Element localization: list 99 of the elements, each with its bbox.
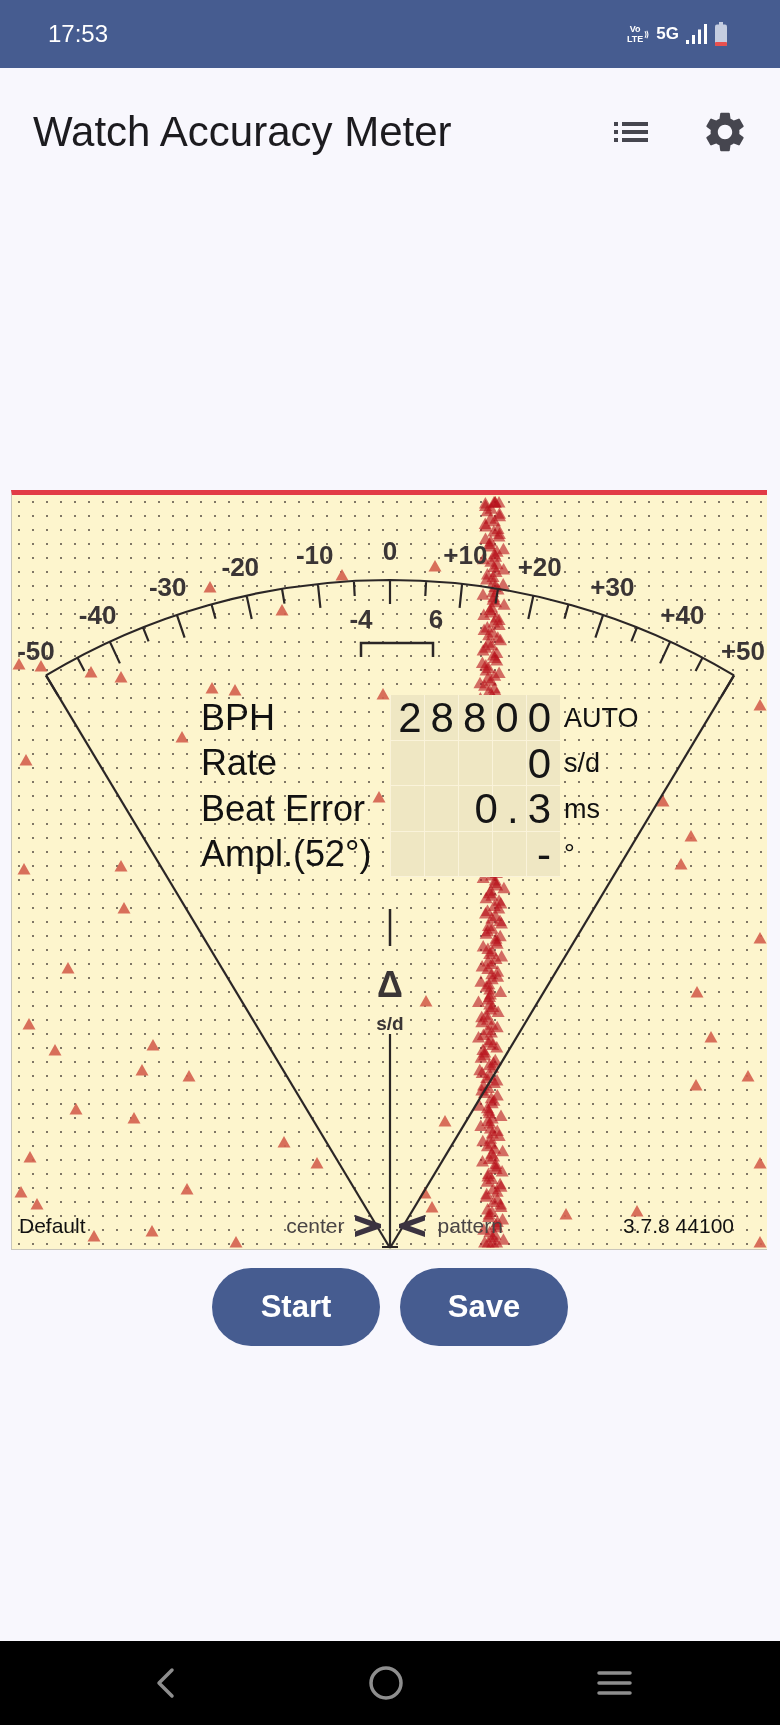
- triangle-marker: [753, 699, 767, 711]
- triangle-marker: [425, 1201, 439, 1213]
- triangle-marker: [135, 1064, 149, 1076]
- reading-label: Rate: [201, 743, 278, 784]
- reading-unit: s/d: [564, 748, 601, 779]
- triangle-marker: [418, 1187, 432, 1199]
- triangle-marker: [428, 560, 442, 572]
- scale-label: +20: [517, 552, 562, 583]
- triangle-marker: [275, 604, 289, 616]
- chevron-right-icon: [354, 1215, 381, 1237]
- triangle-marker: [228, 684, 242, 696]
- range-label: 6: [428, 604, 444, 634]
- triangle-marker: [48, 1044, 62, 1056]
- triangle-marker: [23, 1151, 37, 1163]
- reading-value: 0.3: [390, 786, 560, 832]
- triangle-marker: [372, 791, 386, 803]
- triangle-marker: [419, 995, 433, 1007]
- triangle-marker: [19, 754, 33, 766]
- triangle-marker: [180, 1183, 194, 1195]
- triangle-marker: [656, 795, 670, 807]
- triangle-marker: [559, 1208, 573, 1220]
- triangle-marker: [205, 682, 219, 694]
- back-icon[interactable]: [155, 1667, 175, 1699]
- reading-value: 0: [390, 740, 560, 786]
- triangle-marker: [12, 658, 26, 670]
- volte-text: Vo: [629, 24, 641, 34]
- triangle-marker: [376, 688, 390, 700]
- reading-label: BPH: [201, 697, 276, 738]
- triangle-marker: [34, 660, 48, 672]
- home-icon[interactable]: [369, 1666, 403, 1700]
- version-label: 3.7.8 44100: [623, 1214, 734, 1238]
- reading-value: 28800: [390, 695, 560, 741]
- triangle-marker: [145, 1225, 159, 1237]
- triangle-marker: [753, 932, 767, 944]
- signal-icon: [686, 24, 708, 44]
- scale-label: +50: [720, 635, 766, 666]
- triangle-marker: [690, 986, 704, 998]
- hint-label: center: [286, 1214, 345, 1238]
- waves-icon: [644, 29, 650, 39]
- triangle-marker: [182, 1070, 196, 1082]
- triangle-marker: [175, 731, 189, 743]
- reading-unit: AUTO: [564, 702, 639, 733]
- triangle-marker: [14, 1186, 28, 1198]
- reading-unit: °: [564, 839, 575, 870]
- triangle-marker: [277, 1136, 291, 1148]
- triangle-marker: [229, 1236, 243, 1248]
- scale-label: +10: [443, 540, 488, 571]
- save-button[interactable]: Save: [400, 1268, 568, 1346]
- delta-symbol: Δ: [377, 964, 403, 1005]
- scale-label: -30: [148, 572, 187, 603]
- battery-icon: [715, 22, 727, 46]
- triangle-marker: [30, 1198, 44, 1210]
- triangle-marker: [127, 1112, 141, 1124]
- volte-text: LTE: [626, 34, 644, 44]
- reading-label: Ampl.(52°): [201, 834, 372, 875]
- triangle-marker: [753, 1236, 767, 1248]
- triangle-marker: [117, 902, 131, 914]
- scale-label: -10: [295, 540, 334, 571]
- recent-apps-icon[interactable]: [597, 1670, 632, 1696]
- triangle-marker: [674, 858, 688, 870]
- triangle-marker: [87, 1230, 101, 1242]
- triangle-marker: [335, 569, 349, 581]
- triangle-marker: [704, 1031, 718, 1043]
- triangle-marker: [146, 1039, 160, 1051]
- app-title: Watch Accuracy Meter: [33, 108, 452, 156]
- reading-value: -: [390, 831, 560, 877]
- status-time: 17:53: [48, 20, 109, 48]
- reading-unit: ms: [564, 793, 600, 824]
- triangle-marker: [689, 1079, 703, 1091]
- scale-label: +30: [590, 572, 635, 603]
- list-icon[interactable]: [614, 122, 648, 142]
- scale-label: -50: [17, 635, 55, 666]
- triangle-marker: [17, 863, 31, 875]
- center-dash: [388, 909, 392, 946]
- reading-label: Beat Error: [201, 788, 366, 829]
- settings-icon[interactable]: [706, 112, 744, 152]
- triangle-marker: [203, 581, 217, 593]
- triangle-marker: [630, 1205, 644, 1217]
- profile-name: Default: [19, 1214, 86, 1238]
- triangle-marker: [22, 1018, 36, 1030]
- delta-unit: s/d: [376, 1013, 404, 1034]
- chevron-left-icon: [398, 1215, 425, 1237]
- triangle-marker: [114, 860, 128, 872]
- triangle-marker: [684, 830, 698, 842]
- scale-label: +40: [660, 600, 705, 631]
- network-type: 5G: [656, 24, 679, 44]
- scale-label: 0: [382, 536, 398, 566]
- range-label: -4: [349, 604, 373, 634]
- scale-label: -40: [78, 600, 117, 631]
- scale-label: -20: [221, 552, 260, 583]
- triangle-marker: [438, 1115, 452, 1127]
- triangle-marker: [84, 666, 98, 678]
- triangle-marker: [753, 1157, 767, 1169]
- start-button[interactable]: Start: [212, 1268, 380, 1346]
- triangle-marker: [114, 671, 128, 683]
- triangle-marker: [310, 1157, 324, 1169]
- triangle-marker: [741, 1070, 755, 1082]
- triangle-marker: [61, 962, 75, 974]
- triangle-marker: [69, 1103, 83, 1115]
